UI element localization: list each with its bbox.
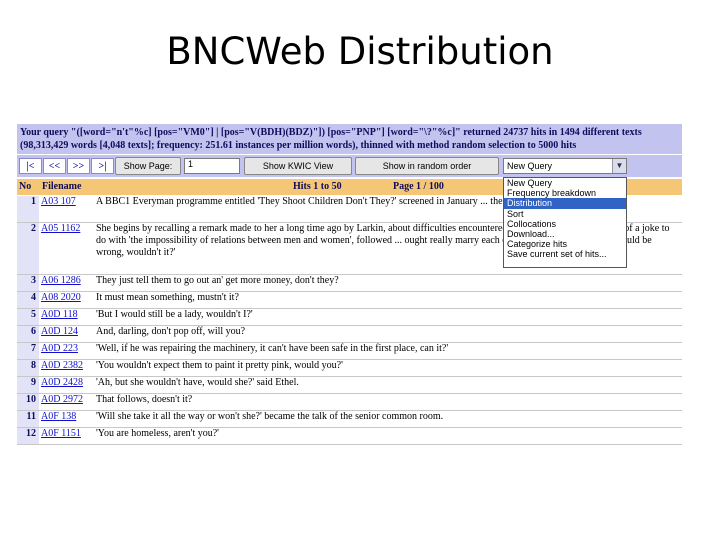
row-number: 11 xyxy=(17,411,39,427)
last-page-button[interactable]: >| xyxy=(91,158,114,174)
table-row: 4 A08 2020 It must mean something, mustn… xyxy=(17,292,682,309)
concordance-text: 'But I would still be a lady, wouldn't I… xyxy=(96,309,253,320)
row-number: 10 xyxy=(17,394,39,410)
bncweb-screenshot: Your query "([word="n't"%c] [pos="VM0"] … xyxy=(17,124,682,450)
table-row: 5 A0D 118 'But I would still be a lady, … xyxy=(17,309,682,326)
filename-link[interactable]: A0D 118 xyxy=(39,309,92,325)
column-header-filename: Filename xyxy=(42,181,82,192)
query-summary: Your query "([word="n't"%c] [pos="VM0"] … xyxy=(17,124,682,154)
action-dropdown-menu: New Query Frequency breakdown Distributi… xyxy=(503,177,627,268)
row-number: 5 xyxy=(17,309,39,325)
filename-link[interactable]: A0D 223 xyxy=(39,343,92,359)
menu-item-sort[interactable]: Sort xyxy=(504,209,626,219)
filename-link[interactable]: A03 107 xyxy=(39,196,92,222)
concordance-text: 'You wouldn't expect them to paint it pr… xyxy=(96,360,343,371)
table-row: 8 A0D 2382 'You wouldn't expect them to … xyxy=(17,360,682,377)
filename-link[interactable]: A05 1162 xyxy=(39,223,92,274)
menu-item-frequency-breakdown[interactable]: Frequency breakdown xyxy=(504,188,626,198)
row-number: 3 xyxy=(17,275,39,291)
menu-item-save-hits[interactable]: Save current set of hits... xyxy=(504,249,626,259)
results-toolbar: |< << >> >| Show Page: 1 Show KWIC View … xyxy=(17,155,682,177)
concordance-text: 'Ah, but she wouldn't have, would she?' … xyxy=(96,377,299,388)
menu-item-new-query[interactable]: New Query xyxy=(504,178,626,188)
concordance-text: And, darling, don't pop off, will you? xyxy=(96,326,246,337)
previous-page-button[interactable]: << xyxy=(43,158,66,174)
menu-item-distribution[interactable]: Distribution xyxy=(504,198,626,209)
row-number: 12 xyxy=(17,428,39,444)
row-number: 2 xyxy=(17,223,39,274)
menu-item-download[interactable]: Download... xyxy=(504,229,626,239)
table-row: 10 A0D 2972 That follows, doesn't it? xyxy=(17,394,682,411)
chevron-down-icon[interactable]: ▼ xyxy=(612,159,626,173)
column-header-no: No xyxy=(19,181,32,192)
query-line-1: Your query "([word="n't"%c] [pos="VM0"] … xyxy=(20,127,642,138)
page-number-input[interactable]: 1 xyxy=(184,158,240,174)
action-select-value: New Query xyxy=(507,161,553,171)
concordance-text: 'You are homeless, aren't you?' xyxy=(96,428,219,439)
row-number: 7 xyxy=(17,343,39,359)
filename-link[interactable]: A0D 2428 xyxy=(39,377,92,393)
filename-link[interactable]: A06 1286 xyxy=(39,275,92,291)
table-row: 11 A0F 138 'Will she take it all the way… xyxy=(17,411,682,428)
menu-item-collocations[interactable]: Collocations xyxy=(504,219,626,229)
table-row: 9 A0D 2428 'Ah, but she wouldn't have, w… xyxy=(17,377,682,394)
concordance-text: They just tell them to go out an' get mo… xyxy=(96,275,339,286)
filename-link[interactable]: A0D 124 xyxy=(39,326,92,342)
column-header-page: Page 1 / 100 xyxy=(393,181,444,192)
concordance-text: 'Will she take it all the way or won't s… xyxy=(96,411,444,422)
filename-link[interactable]: A0D 2382 xyxy=(39,360,92,376)
show-page-button[interactable]: Show Page: xyxy=(115,157,181,175)
row-number: 9 xyxy=(17,377,39,393)
column-header-hits: Hits 1 to 50 xyxy=(293,181,342,192)
filename-link[interactable]: A0D 2972 xyxy=(39,394,92,410)
show-kwic-view-button[interactable]: Show KWIC View xyxy=(244,157,352,175)
row-number: 8 xyxy=(17,360,39,376)
filename-link[interactable]: A0F 138 xyxy=(39,411,92,427)
table-row: 6 A0D 124 And, darling, don't pop off, w… xyxy=(17,326,682,343)
row-number: 4 xyxy=(17,292,39,308)
table-row: 12 A0F 1151 'You are homeless, aren't yo… xyxy=(17,428,682,445)
query-line-2: (98,313,429 words [4,048 texts]; frequen… xyxy=(20,140,577,151)
concordance-text: It must mean something, mustn't it? xyxy=(96,292,239,303)
concordance-text: That follows, doesn't it? xyxy=(96,394,193,405)
next-page-button[interactable]: >> xyxy=(67,158,90,174)
concordance-text: 'Well, if he was repairing the machinery… xyxy=(96,343,449,354)
filename-link[interactable]: A08 2020 xyxy=(39,292,92,308)
row-number: 6 xyxy=(17,326,39,342)
filename-link[interactable]: A0F 1151 xyxy=(39,428,92,444)
row-number: 1 xyxy=(17,196,39,222)
slide-title: BNCWeb Distribution xyxy=(166,30,554,73)
action-select[interactable]: New Query ▼ xyxy=(503,158,627,174)
show-random-order-button[interactable]: Show in random order xyxy=(355,157,499,175)
table-row: 7 A0D 223 'Well, if he was repairing the… xyxy=(17,343,682,360)
menu-item-categorize-hits[interactable]: Categorize hits xyxy=(504,239,626,249)
table-row: 3 A06 1286 They just tell them to go out… xyxy=(17,275,682,292)
first-page-button[interactable]: |< xyxy=(19,158,42,174)
